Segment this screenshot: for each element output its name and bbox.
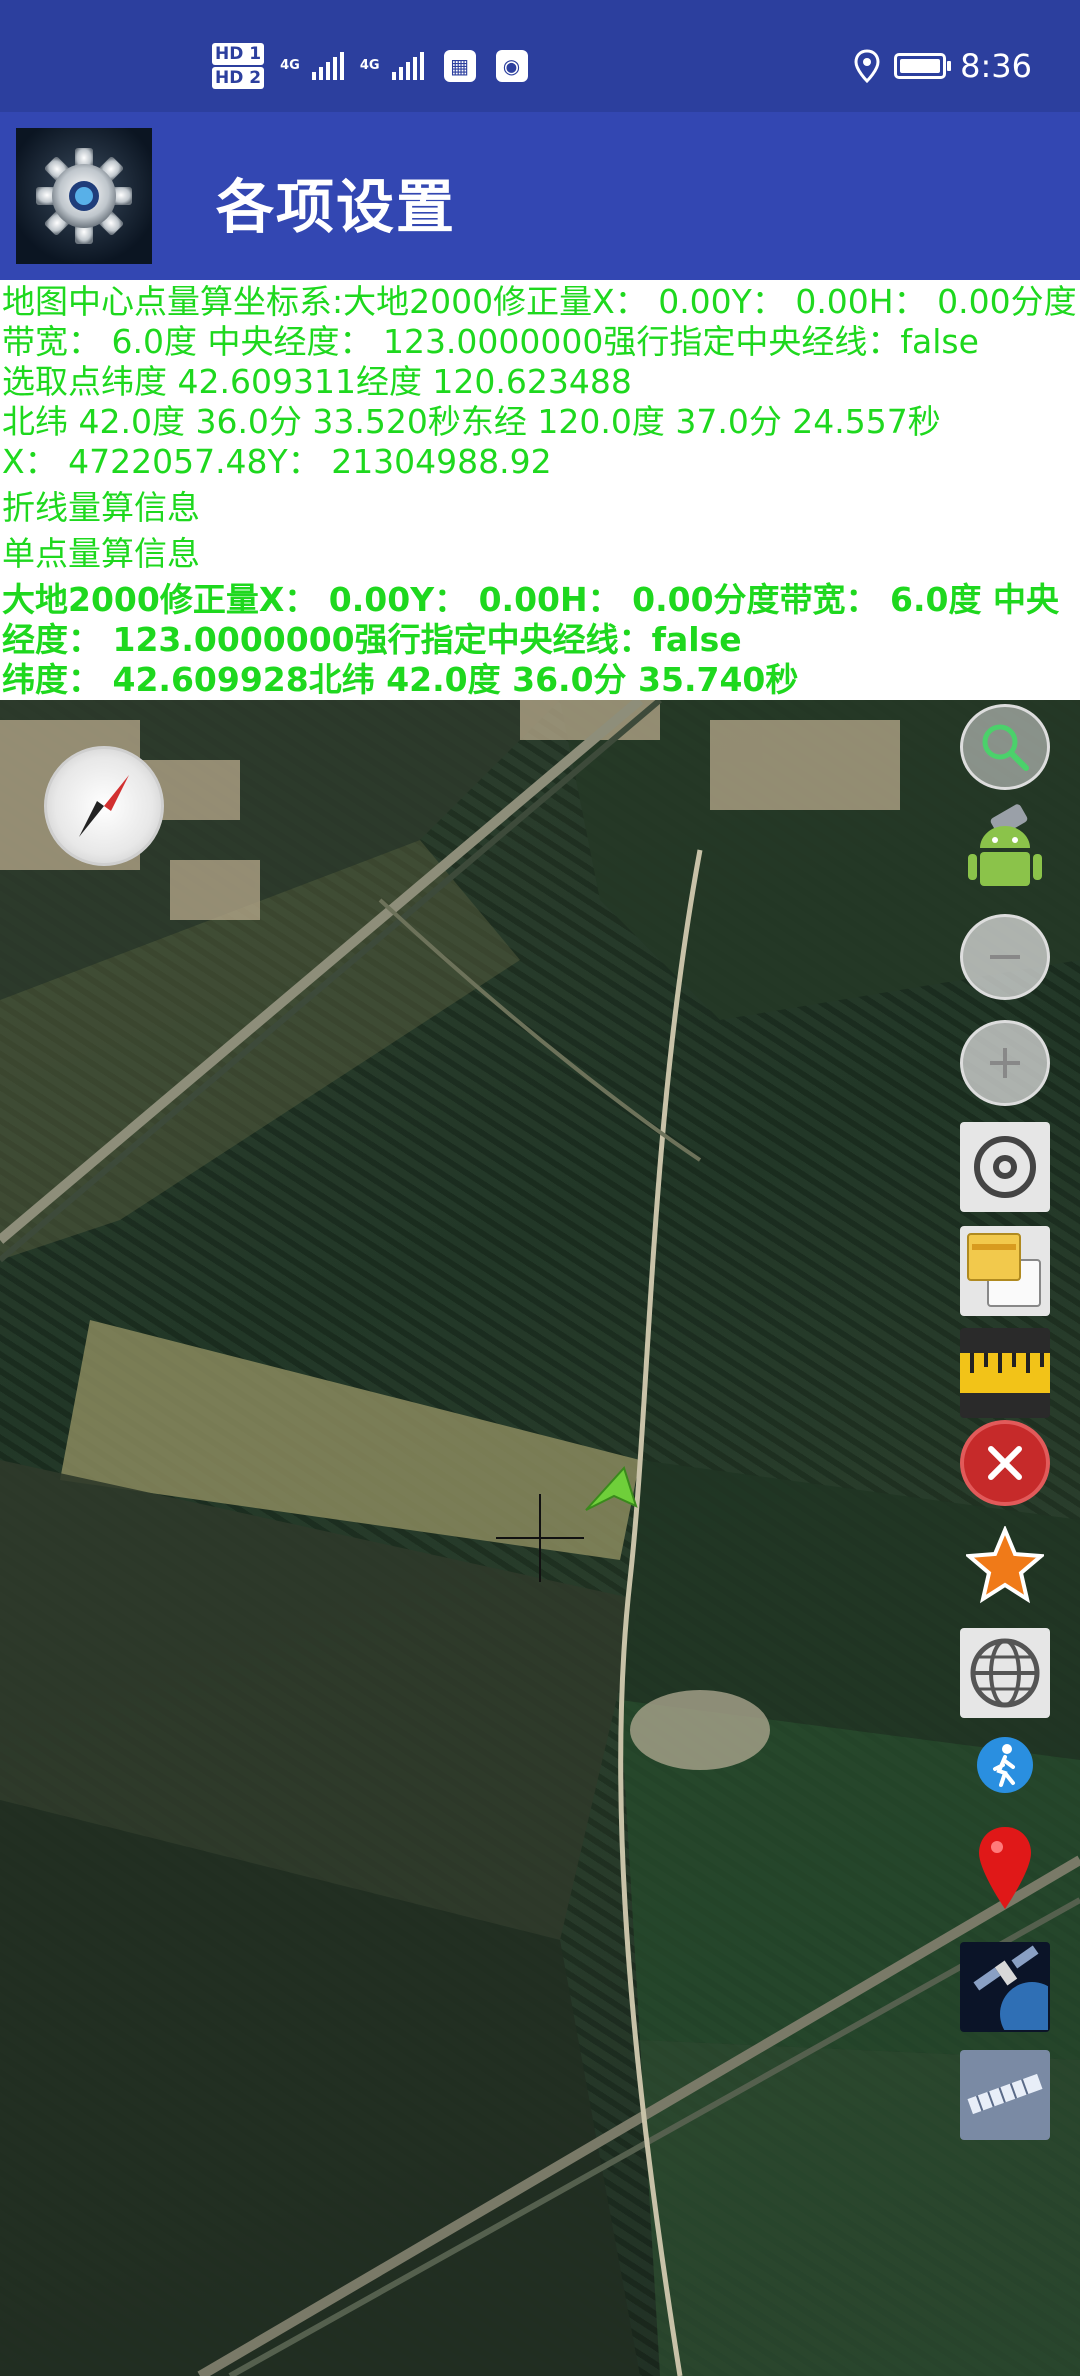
- selected-point-xy: X： 4722057.48Y： 21304988.92: [2, 442, 552, 481]
- status-right: 8:36: [854, 44, 1032, 88]
- favorite-button[interactable]: [960, 1520, 1050, 1610]
- search-icon: [982, 724, 1029, 771]
- satellite-view-button[interactable]: [960, 1942, 1050, 2032]
- network-type-2: 4G: [359, 58, 380, 73]
- app-bar: 各项设置: [0, 112, 1080, 280]
- selected-point-latlon: 选取点纬度 42.609311经度 120.623488: [2, 362, 632, 401]
- network-type-1: 4G: [280, 58, 300, 73]
- ruler-icon: [960, 1353, 1050, 1393]
- signal-bars-2-icon: [391, 52, 424, 80]
- status-time: 8:36: [960, 47, 1032, 85]
- walk-mode-button[interactable]: [960, 1730, 1050, 1800]
- walk-icon: [977, 1737, 1033, 1793]
- star-icon: [966, 1526, 1044, 1604]
- map-center-crosshair: [496, 1494, 584, 1582]
- globe-icon: [970, 1638, 1040, 1708]
- android-icon: [968, 804, 1042, 886]
- zoom-out-button[interactable]: [960, 914, 1050, 1000]
- place-pin-button[interactable]: [960, 1820, 1050, 1916]
- hd1-label: HD 1: [212, 43, 265, 65]
- pin-icon: [979, 1827, 1031, 1909]
- layers-button[interactable]: [960, 1226, 1050, 1316]
- signal-bars-1-icon: [311, 52, 344, 80]
- close-button[interactable]: [960, 1420, 1050, 1506]
- settings-gear-icon[interactable]: [16, 128, 152, 264]
- measurement-info-panel: 地图中心点量算坐标系:大地2000修正量X： 0.00Y： 0.00H： 0.0…: [0, 280, 1080, 700]
- satellite-2-button[interactable]: [960, 2050, 1050, 2140]
- layers-icon: [967, 1233, 1041, 1307]
- satellite-map[interactable]: [0, 700, 1080, 2376]
- android-tool-button[interactable]: [960, 804, 1050, 896]
- globe-button[interactable]: [960, 1628, 1050, 1718]
- hd2-label: HD 2: [212, 67, 265, 89]
- locate-button[interactable]: [960, 1122, 1050, 1212]
- ruler-button[interactable]: [960, 1328, 1050, 1418]
- page-title: 各项设置: [216, 173, 457, 241]
- locate-icon: [974, 1136, 1036, 1198]
- calendar-icon: ▦: [443, 50, 476, 82]
- zoom-in-button[interactable]: [960, 1020, 1050, 1106]
- zoom-in-icon: [990, 1048, 1020, 1078]
- satellite-icon: [973, 1945, 1048, 2030]
- compass-icon[interactable]: [44, 746, 164, 866]
- battery-icon: [894, 53, 952, 79]
- location-icon: [854, 49, 880, 83]
- single-point-latitude: 纬度： 42.609928北纬 42.0度 36.0分 35.740秒: [2, 660, 799, 699]
- status-bar: HD 1 HD 2 4G 4G ▦ ◉ 8:36: [0, 0, 1080, 112]
- status-left: HD 1 HD 2 4G 4G ▦ ◉: [212, 40, 528, 92]
- hd-indicator: HD 1 HD 2: [212, 42, 265, 90]
- polyline-measure-heading: 折线量算信息: [2, 488, 200, 527]
- search-button[interactable]: [960, 704, 1050, 790]
- single-point-measure-heading: 单点量算信息: [2, 534, 200, 573]
- selected-point-dms: 北纬 42.0度 36.0分 33.520秒东经 120.0度 37.0分 24…: [2, 402, 941, 441]
- satellite-2-icon: [967, 2073, 1043, 2115]
- app-notification-icon: ◉: [495, 50, 528, 82]
- single-point-coord-info: 大地2000修正量X： 0.00Y： 0.00H： 0.00分度带宽： 6.0度…: [2, 580, 1059, 659]
- close-icon: [988, 1446, 1022, 1480]
- zoom-out-icon: [990, 955, 1020, 959]
- current-location-arrow-icon: [585, 1466, 638, 1511]
- center-point-coord-info: 地图中心点量算坐标系:大地2000修正量X： 0.00Y： 0.00H： 0.0…: [2, 282, 1077, 361]
